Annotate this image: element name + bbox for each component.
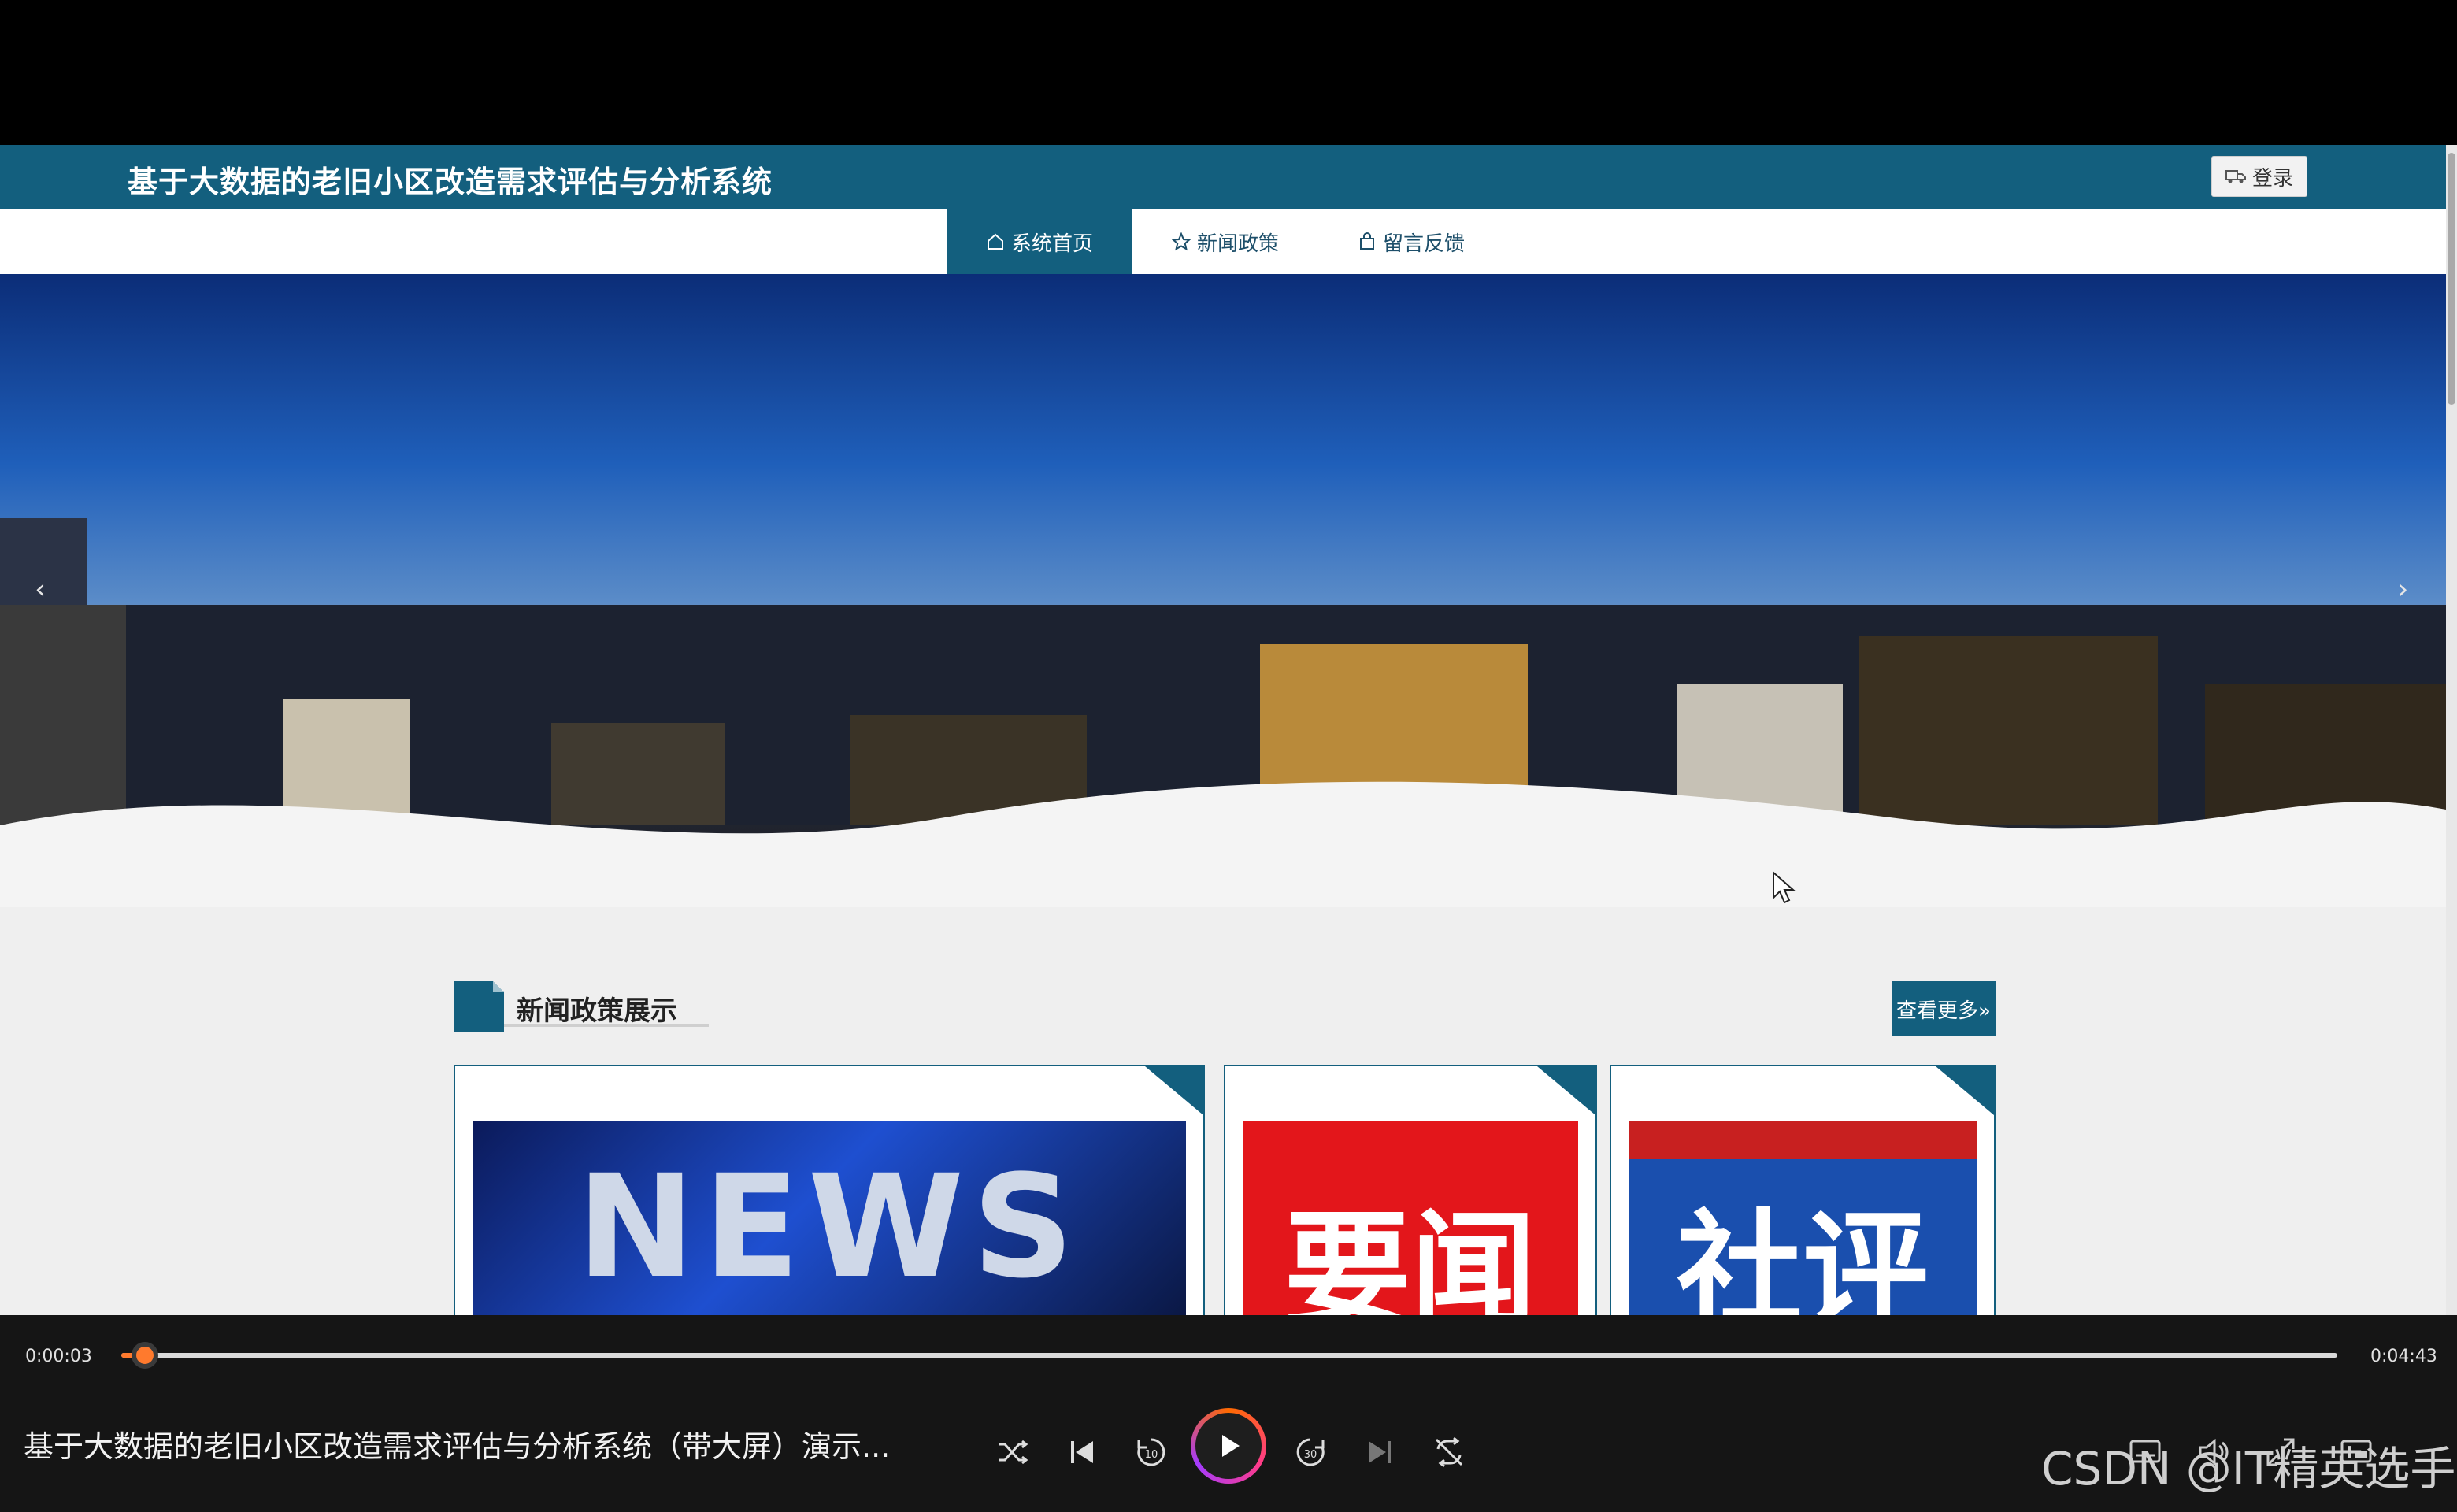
news-section-header: 新闻政策展示 <box>454 981 709 1032</box>
login-button[interactable]: 登录 <box>2211 156 2307 197</box>
video-title: 基于大数据的老旧小区改造需求评估与分析系统（带大屏）演示... <box>24 1429 891 1464</box>
web-page: 基于大数据的老旧小区改造需求评估与分析系统 登录 系统首页 新闻政策 留言反馈 <box>0 145 2446 1315</box>
shuffle-icon[interactable] <box>994 1433 1032 1471</box>
news-section-title: 新闻政策展示 <box>517 995 677 1027</box>
section-title-icon <box>454 981 504 1032</box>
site-header: 基于大数据的老旧小区改造需求评估与分析系统 登录 <box>0 145 2446 209</box>
main-nav: 系统首页 新闻政策 留言反馈 <box>0 209 2446 274</box>
forward-30-icon[interactable]: 30 <box>1292 1433 1329 1471</box>
news-card-image: 社评 <box>1629 1121 1977 1315</box>
news-card[interactable]: 社评 <box>1610 1065 1996 1315</box>
nav-item-home[interactable]: 系统首页 <box>947 209 1132 274</box>
login-label: 登录 <box>2251 166 2293 191</box>
card-corner-decoration <box>1537 1066 1595 1115</box>
nav-item-label: 留言反馈 <box>1382 232 1465 256</box>
rewind-10-icon[interactable]: 10 <box>1132 1433 1170 1471</box>
news-card-image-text: 要闻 <box>1284 1197 1536 1315</box>
news-card[interactable]: NEWS <box>454 1065 1205 1315</box>
csdn-watermark: CSDN @IT精英选手 <box>2041 1442 2456 1495</box>
video-player-bar: 0:00:03 0:04:43 基于大数据的老旧小区改造需求评估与分析系统（带大… <box>0 1315 2457 1512</box>
truck-icon <box>2225 170 2246 183</box>
play-button[interactable] <box>1191 1408 1266 1484</box>
total-time: 0:04:43 <box>2370 1347 2437 1366</box>
screen: 基于大数据的老旧小区改造需求评估与分析系统 登录 系统首页 新闻政策 留言反馈 <box>0 0 2457 1512</box>
next-track-icon[interactable] <box>1361 1433 1399 1471</box>
news-card-image: 要闻 <box>1243 1121 1578 1315</box>
svg-text:10: 10 <box>1145 1449 1158 1461</box>
news-card-image: NEWS <box>472 1121 1186 1315</box>
page-scrollbar[interactable] <box>2446 145 2457 1315</box>
site-title: 基于大数据的老旧小区改造需求评估与分析系统 <box>128 165 773 199</box>
svg-text:30: 30 <box>1304 1449 1317 1461</box>
banner-next-arrow[interactable]: › <box>2397 573 2408 606</box>
home-icon <box>987 233 1003 250</box>
play-icon <box>1222 1435 1240 1457</box>
hero-banner-image: ‹ › <box>0 274 2446 907</box>
news-card-image-text: 社评 <box>1676 1197 1929 1315</box>
mouse-cursor-icon <box>1773 871 1796 904</box>
banner-prev-arrow[interactable]: ‹ <box>35 573 46 606</box>
card-corner-decoration <box>1936 1066 1994 1115</box>
city-skyline-illustration <box>0 518 2446 907</box>
star-icon <box>1171 232 1191 251</box>
news-card-image-text: NEWS <box>576 1145 1082 1310</box>
news-card[interactable]: 要闻 <box>1224 1065 1597 1315</box>
nav-item-news[interactable]: 新闻政策 <box>1132 209 1318 274</box>
nav-item-label: 新闻政策 <box>1196 232 1279 256</box>
nav-item-feedback[interactable]: 留言反馈 <box>1318 209 1504 274</box>
current-time: 0:00:03 <box>25 1347 92 1366</box>
progress-knob[interactable] <box>131 1342 158 1369</box>
progress-track[interactable] <box>121 1353 2337 1358</box>
nav-item-label: 系统首页 <box>1010 232 1093 256</box>
view-more-button[interactable]: 查看更多» <box>1892 981 1996 1036</box>
card-corner-decoration <box>1145 1066 1203 1115</box>
previous-track-icon[interactable] <box>1063 1433 1101 1471</box>
scrollbar-thumb[interactable] <box>2448 153 2455 405</box>
bag-icon <box>1359 232 1374 250</box>
repeat-off-icon[interactable] <box>1430 1433 1468 1471</box>
